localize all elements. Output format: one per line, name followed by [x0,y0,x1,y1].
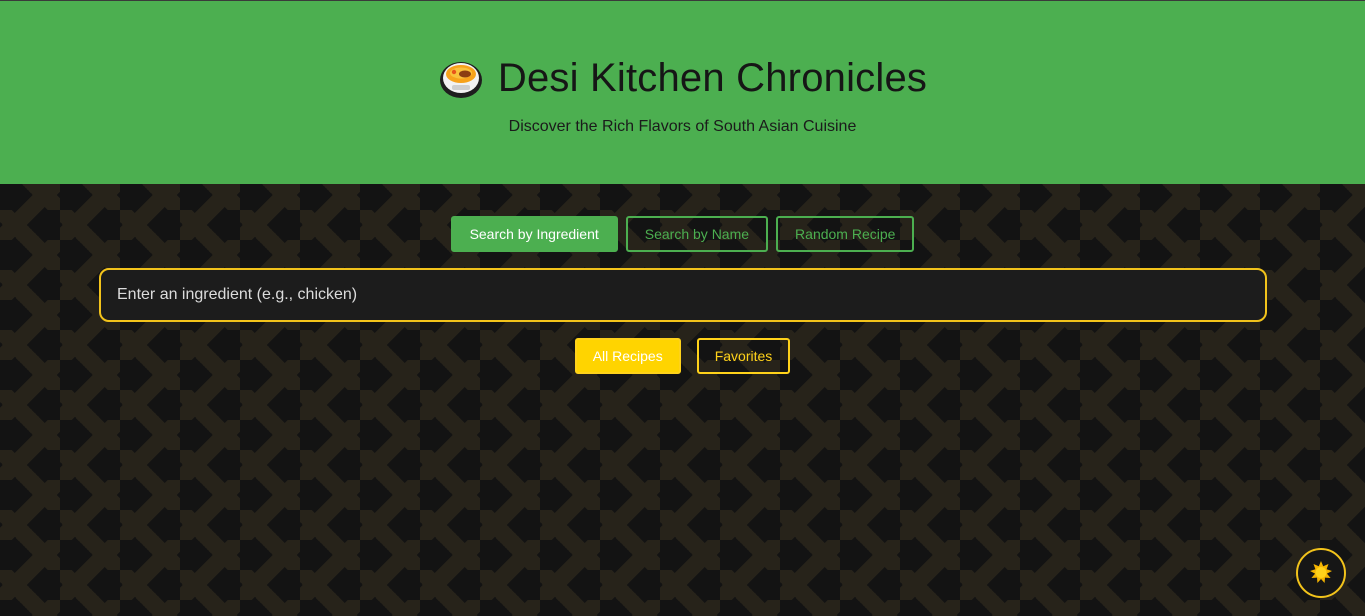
recipe-filters: All Recipes Favorites [0,338,1365,374]
title-row: Desi Kitchen Chronicles [0,55,1365,101]
favorites-button[interactable]: Favorites [696,338,791,374]
sun-icon [1310,561,1332,583]
search-mode-tabs: Search by Ingredient Search by Name Rand… [0,216,1365,252]
page-subtitle: Discover the Rich Flavors of South Asian… [508,118,857,135]
curry-bowl-icon [439,62,482,98]
page-title: Desi Kitchen Chronicles [497,55,928,100]
ingredient-search-input[interactable] [99,268,1267,322]
all-recipes-button[interactable]: All Recipes [574,338,681,374]
site-header: Desi Kitchen Chronicles Discover the Ric… [0,0,1365,184]
theme-toggle-button[interactable] [1296,548,1346,598]
tab-search-by-name[interactable]: Search by Name [625,216,769,252]
tab-search-by-ingredient[interactable]: Search by Ingredient [450,216,618,252]
tab-random-recipe[interactable]: Random Recipe [776,216,915,252]
